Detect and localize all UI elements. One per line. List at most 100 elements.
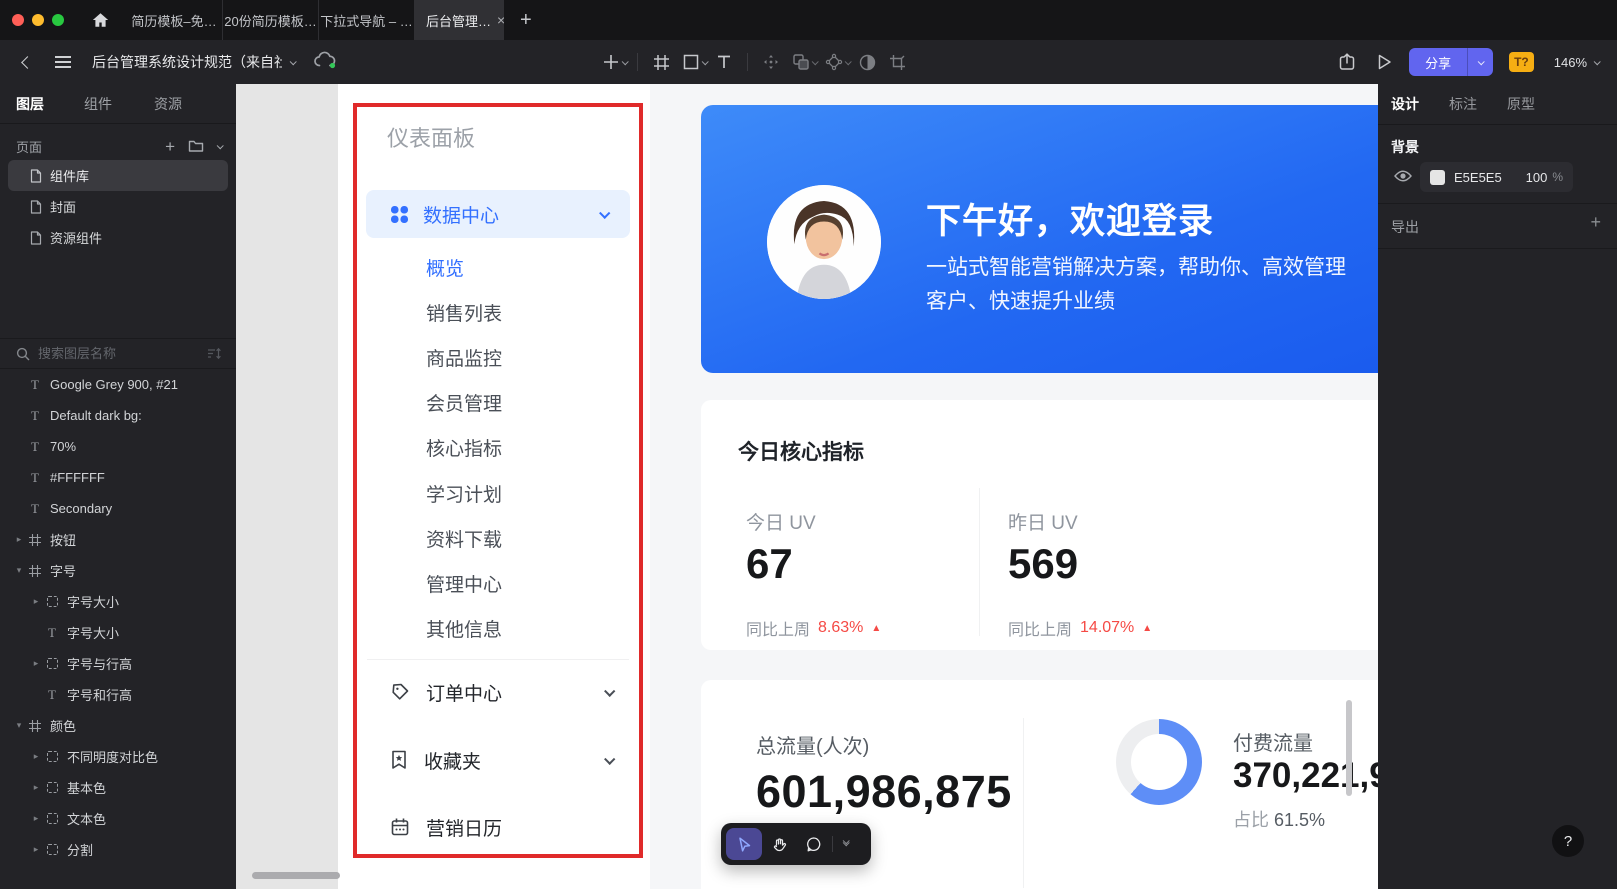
visibility-eye-icon[interactable]: [1394, 169, 1412, 183]
title-dropdown-icon[interactable]: [290, 58, 297, 65]
select-tool-button[interactable]: [726, 828, 762, 860]
layer-row[interactable]: T字号和行高: [0, 679, 236, 710]
color-swatch[interactable]: [1430, 170, 1445, 185]
layer-row[interactable]: ▸字号大小: [0, 586, 236, 617]
menu-subitem-product-monitoring[interactable]: 商品监控: [426, 335, 502, 380]
mask-tool-button[interactable]: [852, 47, 882, 77]
move-tool-button[interactable]: [756, 47, 786, 77]
menu-subitem-data-download[interactable]: 资料下载: [426, 516, 502, 561]
design-vertical-scrollbar[interactable]: [1346, 700, 1352, 796]
crop-tool-button[interactable]: [882, 47, 912, 77]
menu-item-order-center[interactable]: 订单中心: [357, 669, 639, 715]
layer-row[interactable]: ▸按钮: [0, 524, 236, 555]
close-tab-icon[interactable]: ×: [497, 12, 504, 28]
close-window-button[interactable]: [12, 14, 24, 26]
menu-item-marketing-calendar[interactable]: 营销日历: [357, 804, 639, 850]
tab-components[interactable]: 组件: [84, 94, 112, 114]
layer-sort-icon[interactable]: [207, 347, 222, 360]
layer-row[interactable]: ▸不同明度对比色: [0, 741, 236, 772]
menu-subitem-sales-list[interactable]: 销售列表: [426, 290, 502, 335]
tab-resources[interactable]: 资源: [154, 94, 182, 114]
menu-subitem-admin-center[interactable]: 管理中心: [426, 561, 502, 606]
layer-row[interactable]: ▸基本色: [0, 772, 236, 803]
layer-row[interactable]: ▸文本色: [0, 803, 236, 834]
menu-subitem-member-management[interactable]: 会员管理: [426, 380, 502, 425]
vector-tool-dropdown-icon[interactable]: [845, 58, 852, 65]
page-item-cover[interactable]: 封面: [8, 191, 228, 222]
page-item-resource-components[interactable]: 资源组件: [8, 222, 228, 253]
shape-tool-dropdown-icon[interactable]: [702, 58, 709, 65]
tab-prototype[interactable]: 原型: [1507, 94, 1535, 114]
search-input[interactable]: [38, 346, 178, 361]
layer-row[interactable]: ▸字号与行高: [0, 648, 236, 679]
menu-subitem-other-info[interactable]: 其他信息: [426, 606, 502, 651]
layer-row[interactable]: T#FFFFFF: [0, 462, 236, 493]
browser-tab-4-active[interactable]: 后台管理… ×: [414, 0, 504, 40]
layer-row[interactable]: T70%: [0, 431, 236, 462]
minimize-window-button[interactable]: [32, 14, 44, 26]
menu-subitem-overview[interactable]: 概览: [426, 245, 464, 290]
collapse-arrow-icon[interactable]: ▾: [14, 565, 24, 576]
browser-tab-2[interactable]: 20份简历模板…: [222, 0, 318, 40]
plugin-badge[interactable]: T?: [1509, 52, 1534, 72]
add-page-icon[interactable]: +: [165, 138, 175, 155]
present-button[interactable]: [1375, 47, 1393, 77]
layer-row[interactable]: ▸分割: [0, 834, 236, 865]
dashboard-menu-panel-annotated[interactable]: 仪表面板 数据中心 概览 销售列表 商品监控 会员管理 核心指标 学习计划 资料…: [353, 103, 643, 858]
tab-design[interactable]: 设计: [1391, 94, 1419, 114]
hand-tool-button[interactable]: [762, 828, 796, 860]
design-canvas[interactable]: 仪表面板 数据中心 概览 销售列表 商品监控 会员管理 核心指标 学习计划 资料…: [236, 84, 1378, 889]
menu-subitem-study-plan[interactable]: 学习计划: [426, 471, 502, 516]
opacity-value[interactable]: 100: [1526, 170, 1548, 185]
add-export-button[interactable]: +: [1590, 212, 1601, 233]
share-dropdown-button[interactable]: [1467, 48, 1493, 76]
back-button[interactable]: [16, 47, 38, 77]
home-button[interactable]: [86, 6, 114, 34]
help-button[interactable]: ?: [1552, 825, 1584, 857]
collapse-toolbar-button[interactable]: [843, 842, 848, 846]
core-metrics-card[interactable]: 今日核心指标 今日 UV 67 同比上周 8.63% 昨日 UV 569 同比上…: [701, 400, 1378, 650]
export-button[interactable]: [1337, 47, 1357, 77]
expand-arrow-icon[interactable]: ▸: [31, 658, 41, 669]
layer-row[interactable]: ▾字号: [0, 555, 236, 586]
tab-layers[interactable]: 图层: [16, 94, 44, 114]
layer-row[interactable]: ▾颜色: [0, 710, 236, 741]
main-menu-button[interactable]: [52, 56, 74, 68]
expand-arrow-icon[interactable]: ▸: [31, 782, 41, 793]
new-tab-button[interactable]: +: [520, 9, 532, 32]
comment-tool-button[interactable]: [796, 828, 830, 860]
hand-icon: [771, 836, 788, 853]
browser-tab-1[interactable]: 简历模板–免…: [126, 0, 222, 40]
expand-arrow-icon[interactable]: ▸: [14, 534, 24, 545]
tab-annotate[interactable]: 标注: [1449, 94, 1477, 114]
page-item-component-library[interactable]: 组件库: [8, 160, 228, 191]
expand-arrow-icon[interactable]: ▸: [31, 844, 41, 855]
text-tool-button[interactable]: [709, 47, 739, 77]
zoom-control[interactable]: 146%: [1554, 55, 1599, 70]
collapse-pages-icon[interactable]: [217, 142, 224, 149]
layer-label: Secondary: [50, 501, 112, 516]
expand-arrow-icon[interactable]: ▸: [31, 813, 41, 824]
collapse-arrow-icon[interactable]: ▾: [14, 720, 24, 731]
frame-tool-button[interactable]: [646, 47, 676, 77]
browser-tab-3[interactable]: 下拉式导航 – …: [318, 0, 414, 40]
fullscreen-window-button[interactable]: [52, 14, 64, 26]
layer-row[interactable]: T字号大小: [0, 617, 236, 648]
user-avatar[interactable]: [767, 185, 881, 299]
color-hex-value[interactable]: E5E5E5: [1454, 170, 1502, 185]
menu-item-favorites[interactable]: 收藏夹: [357, 737, 639, 783]
layer-row[interactable]: TDefault dark bg:: [0, 400, 236, 431]
layer-row[interactable]: TSecondary: [0, 493, 236, 524]
background-color-input[interactable]: E5E5E5 100 %: [1420, 162, 1573, 192]
boolean-tool-dropdown-icon[interactable]: [812, 58, 819, 65]
welcome-banner[interactable]: 下午好，欢迎登录 一站式智能营销解决方案，帮助你、高效管理 客户、快速提升业绩: [701, 105, 1378, 373]
layer-row[interactable]: TGoogle Grey 900, #21: [0, 369, 236, 400]
menu-subitem-core-metrics[interactable]: 核心指标: [426, 425, 502, 470]
insert-tool-dropdown-icon[interactable]: [622, 58, 629, 65]
canvas-horizontal-scrollbar[interactable]: [252, 872, 340, 879]
share-button[interactable]: 分享: [1409, 48, 1467, 76]
expand-arrow-icon[interactable]: ▸: [31, 596, 41, 607]
expand-arrow-icon[interactable]: ▸: [31, 751, 41, 762]
menu-item-data-center[interactable]: 数据中心: [366, 190, 630, 238]
folder-icon[interactable]: [188, 139, 204, 153]
